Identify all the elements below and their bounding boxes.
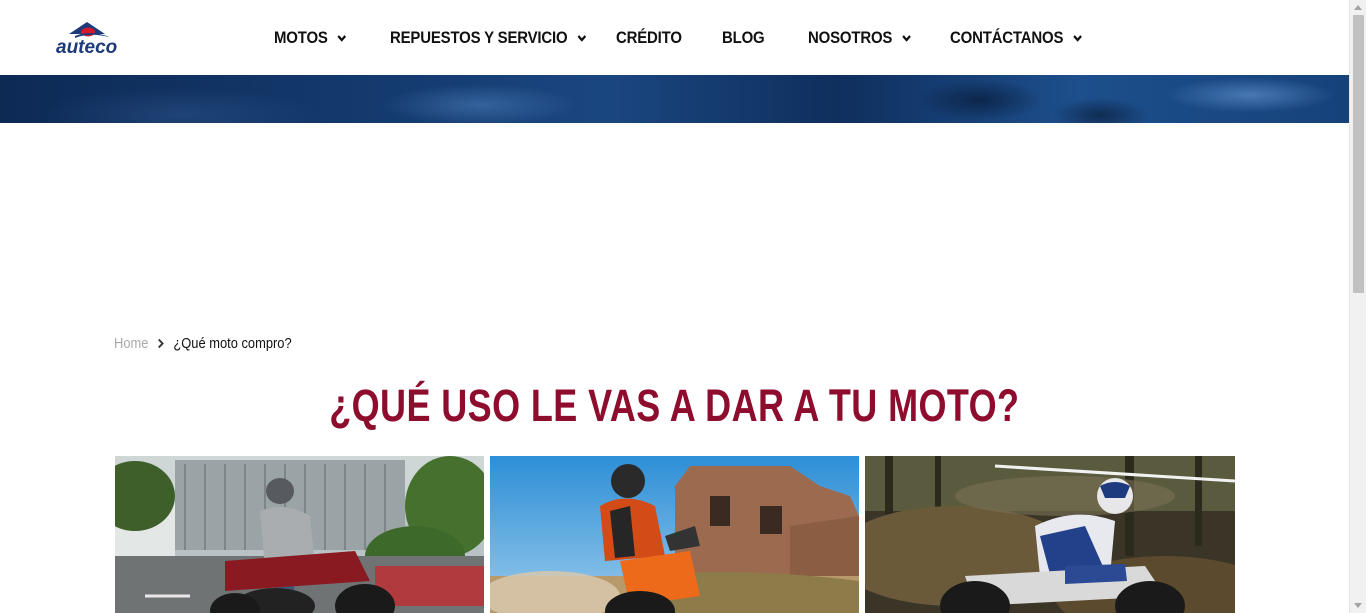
page-title-text: ¿QUÉ USO LE VAS A DAR A TU MOTO? <box>329 380 1020 431</box>
adventure-rider-image <box>490 456 859 613</box>
hero-texture <box>0 75 1349 123</box>
page-scrollbar[interactable] <box>1349 0 1366 613</box>
logo-text: auteco <box>56 37 117 56</box>
hero-banner-image <box>0 75 1349 123</box>
nav-label-contactanos: CONTÁCTANOS <box>950 27 1064 47</box>
breadcrumb-home-link[interactable]: Home <box>114 335 148 352</box>
breadcrumb: Home ¿Qué moto compro? <box>114 335 292 352</box>
nav-label-credito: CRÉDITO <box>616 27 682 47</box>
city-rider-image <box>115 456 484 613</box>
nav-item-credito[interactable]: CRÉDITO <box>616 0 682 75</box>
usage-card-offroad[interactable] <box>865 456 1235 613</box>
breadcrumb-current: ¿Qué moto compro? <box>173 335 292 352</box>
chevron-down-icon <box>337 34 347 42</box>
chevron-down-icon <box>577 34 586 42</box>
page: auteco MOTOS REPUESTOS Y SERVICIO CRÉDIT… <box>0 0 1349 613</box>
page-title: ¿QUÉ USO LE VAS A DAR A TU MOTO? <box>0 380 1349 432</box>
auteco-logo[interactable]: auteco <box>55 20 127 58</box>
nav-label-nosotros: NOSOTROS <box>808 27 893 47</box>
logo-mark: auteco <box>56 22 117 58</box>
nav-item-repuestos-servicio[interactable]: REPUESTOS Y SERVICIO <box>390 0 587 75</box>
nav-label-blog: BLOG <box>722 27 765 47</box>
chevron-right-icon <box>158 338 164 349</box>
scroll-down-arrow-icon[interactable] <box>1354 603 1362 608</box>
chevron-down-icon <box>1073 34 1082 42</box>
scrollbar-thumb[interactable] <box>1353 15 1364 293</box>
nav-label-repuestos: REPUESTOS Y SERVICIO <box>390 27 568 47</box>
nav-item-blog[interactable]: BLOG <box>722 0 765 75</box>
usage-card-adventure[interactable] <box>490 456 859 613</box>
chevron-down-icon <box>902 34 911 42</box>
nav-item-motos[interactable]: MOTOS <box>274 0 347 75</box>
offroad-rider-image <box>865 456 1235 613</box>
scroll-up-arrow-icon[interactable] <box>1354 5 1362 10</box>
nav-item-nosotros[interactable]: NOSOTROS <box>808 0 912 75</box>
usage-card-city[interactable] <box>115 456 484 613</box>
site-header: auteco MOTOS REPUESTOS Y SERVICIO CRÉDIT… <box>0 0 1349 75</box>
nav-label-motos: MOTOS <box>274 27 328 47</box>
nav-item-contactanos[interactable]: CONTÁCTANOS <box>950 0 1083 75</box>
